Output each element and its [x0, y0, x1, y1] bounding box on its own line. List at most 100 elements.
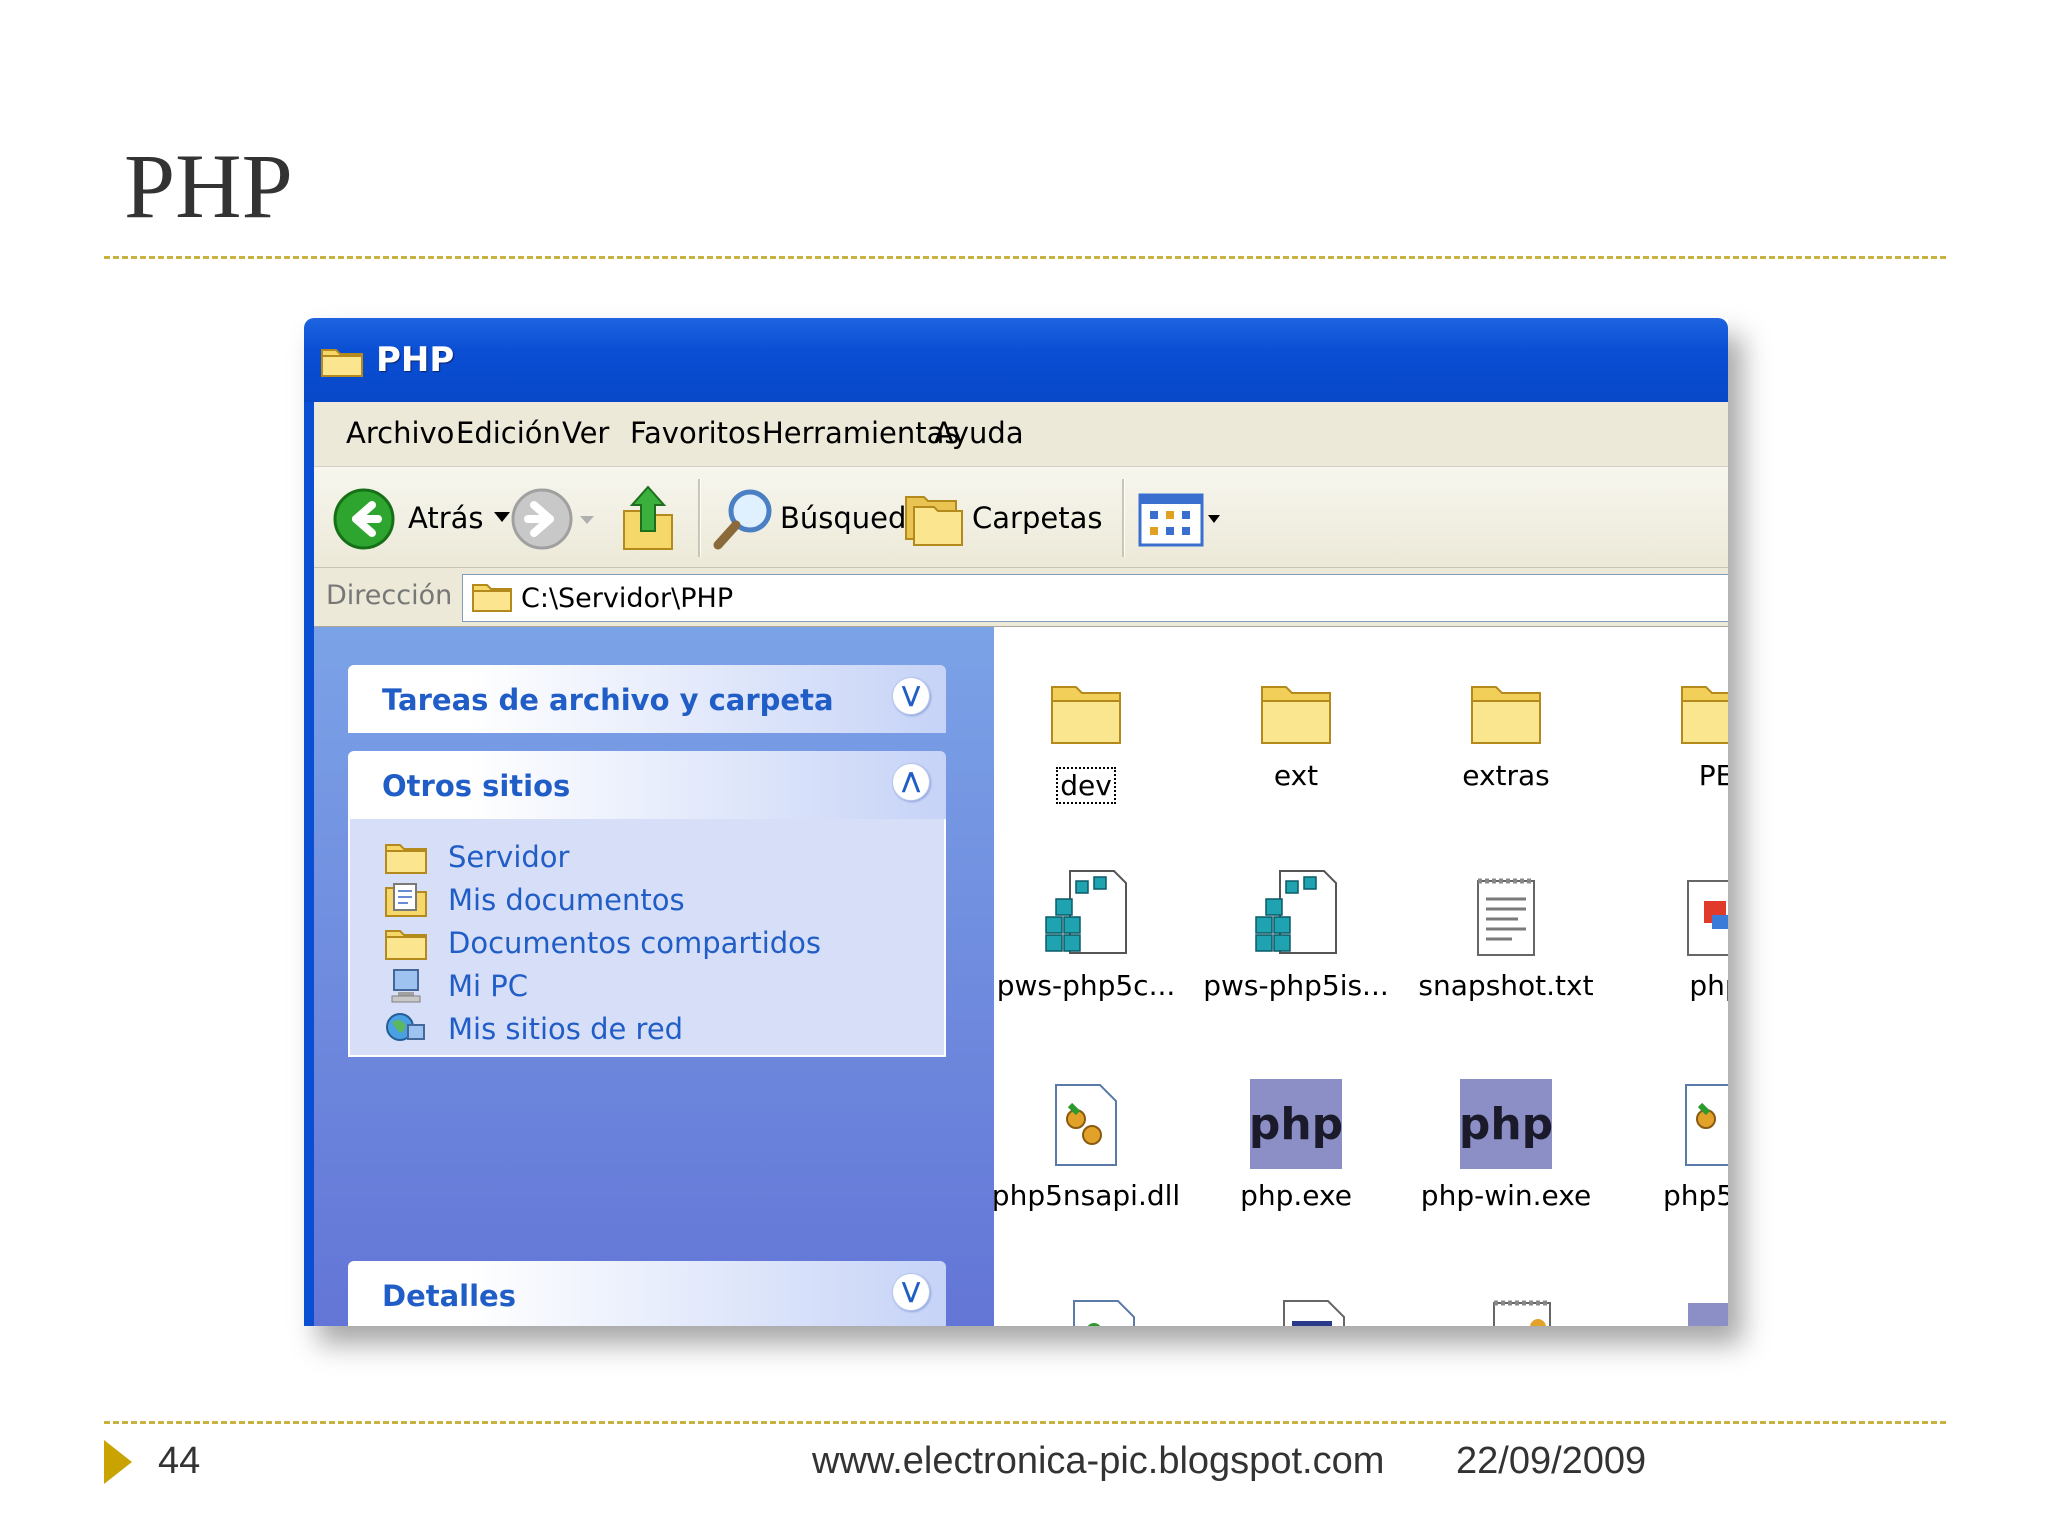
- expand-chevron-icon[interactable]: ⋁: [892, 677, 930, 715]
- menu-herramientas[interactable]: Herramientas: [762, 416, 960, 450]
- text-file-icon: [1477, 878, 1535, 956]
- other-places-title: Otros sitios: [382, 769, 571, 803]
- footer-date: 22/09/2009: [1456, 1440, 1647, 1482]
- other-places-header[interactable]: Otros sitios ⋀: [348, 751, 946, 819]
- menu-ver[interactable]: Ver: [562, 416, 609, 450]
- page-number: 44: [158, 1440, 201, 1482]
- file-item[interactable]: ext: [1196, 639, 1396, 792]
- file-list: dev ext extras PE pws-php5c... pws-php5i…: [992, 627, 1728, 1326]
- menu-ayuda[interactable]: Ayuda: [934, 416, 1024, 450]
- file-name[interactable]: php5ap: [1616, 1179, 1728, 1212]
- place-label[interactable]: Servidor: [448, 840, 569, 874]
- address-bar: Dirección C:\Servidor\PHP: [314, 568, 1728, 627]
- window-title: PHP: [376, 340, 455, 380]
- other-places-list: Servidor Mis documentos Documentos compa…: [348, 819, 946, 1057]
- up-folder-button[interactable]: [618, 481, 678, 557]
- dll-file-icon: [1055, 1084, 1117, 1166]
- menu-archivo[interactable]: Archivo: [346, 416, 454, 450]
- folder-icon: [1471, 686, 1541, 744]
- file-name[interactable]: php5nsapi.dll: [986, 1179, 1186, 1212]
- file-name[interactable]: snapshot.txt: [1406, 969, 1606, 1002]
- views-grid-icon: [1138, 493, 1220, 547]
- file-icon-partial[interactable]: [1068, 1297, 1138, 1326]
- forward-dropdown-icon[interactable]: [580, 509, 594, 528]
- file-name[interactable]: dev: [1056, 767, 1116, 804]
- address-field[interactable]: C:\Servidor\PHP: [462, 574, 1728, 622]
- task-pane: Tareas de archivo y carpeta ⋁ Otros siti…: [314, 627, 994, 1326]
- place-label[interactable]: Documentos compartidos: [448, 926, 821, 960]
- views-button[interactable]: [1138, 493, 1222, 551]
- file-name[interactable]: pws-php5is...: [1196, 969, 1396, 1002]
- dll-file-icon: [1685, 1084, 1728, 1166]
- file-item[interactable]: php php.exe: [1196, 1059, 1396, 1212]
- file-name[interactable]: php: [1616, 969, 1728, 1002]
- place-documentos-compartidos[interactable]: Documentos compartidos: [384, 925, 821, 961]
- search-icon: [713, 489, 772, 550]
- folders-button-icon-wrap[interactable]: [902, 489, 966, 553]
- menu-bar: Archivo Edición Ver Favoritos Herramient…: [314, 402, 1728, 467]
- folder-icon: [1261, 686, 1331, 744]
- computer-icon: [391, 969, 421, 1003]
- back-button[interactable]: [332, 487, 396, 555]
- file-icon-partial[interactable]: [1278, 1297, 1348, 1326]
- file-name[interactable]: pws-php5c...: [986, 969, 1186, 1002]
- file-item[interactable]: extras: [1406, 639, 1606, 792]
- file-item[interactable]: snapshot.txt: [1406, 849, 1606, 1002]
- title-bar[interactable]: PHP: [304, 318, 1728, 402]
- shared-folder-icon: [385, 930, 427, 960]
- file-name[interactable]: extras: [1406, 759, 1606, 792]
- footer-divider: [104, 1421, 1946, 1424]
- file-item[interactable]: php5ap: [1616, 1059, 1728, 1212]
- window-frame-left-top: [304, 402, 314, 627]
- search-button-icon-wrap[interactable]: [712, 485, 778, 555]
- menu-favoritos[interactable]: Favoritos: [630, 416, 761, 450]
- file-name[interactable]: PE: [1616, 759, 1728, 792]
- file-name[interactable]: php-win.exe: [1406, 1179, 1606, 1212]
- footer-url: www.electronica-pic.blogspot.com: [812, 1440, 1385, 1482]
- forward-button[interactable]: [510, 487, 574, 555]
- details-panel-title: Detalles: [382, 1279, 516, 1313]
- tasks-panel-header[interactable]: Tareas de archivo y carpeta ⋁: [348, 665, 946, 733]
- folder-icon: [320, 344, 364, 382]
- file-item[interactable]: PE: [1616, 639, 1728, 792]
- tasks-panel-title: Tareas de archivo y carpeta: [382, 683, 834, 717]
- explorer-window: PHP Archivo Edición Ver Favoritos Herram…: [304, 318, 1728, 1326]
- place-mis-sitios-de-red[interactable]: Mis sitios de red: [384, 1011, 683, 1047]
- address-value[interactable]: C:\Servidor\PHP: [521, 583, 733, 614]
- folder-icon: [1681, 686, 1728, 744]
- file-item[interactable]: dev: [986, 639, 1186, 804]
- folders-button[interactable]: Carpetas: [972, 501, 1102, 535]
- file-item[interactable]: php5nsapi.dll: [986, 1059, 1186, 1212]
- file-item[interactable]: php php-win.exe: [1406, 1059, 1606, 1212]
- file-item[interactable]: php: [1616, 849, 1728, 1002]
- back-dropdown-icon[interactable]: [494, 507, 510, 526]
- forward-arrow-icon: [511, 488, 573, 550]
- place-label[interactable]: Mis documentos: [448, 883, 685, 917]
- file-item[interactable]: pws-php5is...: [1196, 849, 1396, 1002]
- place-label[interactable]: Mi PC: [448, 969, 528, 1003]
- document-file-icon: [1687, 880, 1728, 956]
- place-mis-documentos[interactable]: Mis documentos: [384, 882, 685, 918]
- menu-edicion[interactable]: Edición: [456, 416, 561, 450]
- file-name[interactable]: php.exe: [1196, 1179, 1396, 1212]
- collapse-chevron-icon[interactable]: ⋀: [892, 763, 930, 801]
- file-icon-partial[interactable]: [1488, 1297, 1558, 1326]
- place-mi-pc[interactable]: Mi PC: [384, 968, 528, 1004]
- documents-folder-icon: [385, 883, 427, 917]
- registry-file-icon: [1045, 870, 1127, 954]
- place-label[interactable]: Mis sitios de red: [448, 1012, 683, 1046]
- php-exe-icon: php: [1249, 1079, 1343, 1169]
- back-label[interactable]: Atrás: [408, 501, 484, 535]
- file-name[interactable]: ext: [1196, 759, 1396, 792]
- details-panel-header[interactable]: Detalles ⋁: [348, 1261, 946, 1326]
- file-item[interactable]: pws-php5c...: [986, 849, 1186, 1002]
- php-icon-partial[interactable]: [1688, 1303, 1728, 1326]
- folder-icon: [385, 844, 427, 874]
- php-exe-icon: php: [1459, 1079, 1553, 1169]
- footer-arrow-icon: [104, 1440, 132, 1484]
- expand-chevron-icon[interactable]: ⋁: [892, 1273, 930, 1311]
- place-servidor[interactable]: Servidor: [384, 839, 569, 875]
- folder-icon: [1051, 686, 1121, 744]
- back-arrow-icon: [333, 488, 395, 550]
- title-divider: [104, 256, 1946, 259]
